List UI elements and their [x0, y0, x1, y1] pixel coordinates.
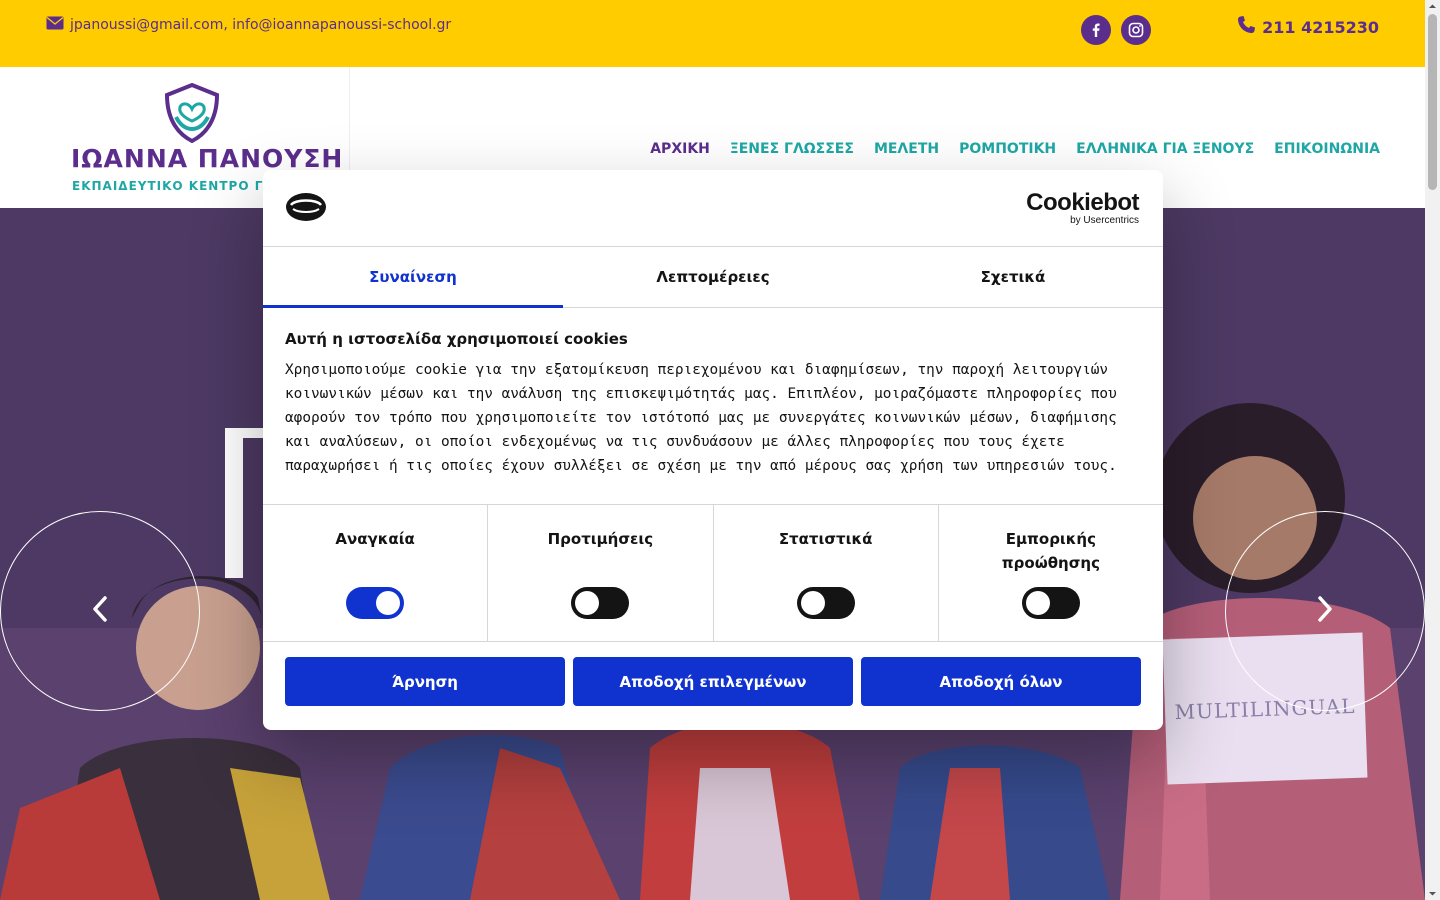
tab-details[interactable]: Λεπτομέρειες	[563, 247, 863, 307]
tab-about[interactable]: Σχετικά	[863, 247, 1163, 307]
page-scrollbar[interactable]	[1425, 0, 1440, 900]
nav-item-robotics[interactable]: ΡΟΜΠΟΤΙΚΗ	[959, 141, 1056, 157]
brand-name: Cookiebot	[1026, 189, 1139, 216]
nav-item-study[interactable]: ΜΕΛΕΤΗ	[874, 141, 939, 157]
carousel-next-button[interactable]	[1225, 511, 1425, 711]
dialog-actions: Άρνηση Αποδοχή επιλεγμένων Αποδοχή όλων	[263, 642, 1163, 721]
chevron-left-icon	[92, 595, 108, 627]
switch-knob	[575, 591, 600, 615]
toggle-preferences: Προτιμήσεις	[488, 505, 714, 641]
main-nav: ΑΡΧΙΚΗ ΞΕΝΕΣ ΓΛΩΣΣΕΣ ΜΕΛΕΤΗ ΡΟΜΠΟΤΙΚΗ ΕΛ…	[650, 141, 1380, 157]
carousel-prev-button[interactable]	[0, 511, 200, 711]
dialog-description: Χρησιμοποιούμε cookie για την εξατομίκευ…	[285, 362, 1117, 474]
logo-name: ΙΩΑΝΝΑ ΠΑΝΟΥΣΗ	[71, 144, 344, 173]
scroll-up-icon[interactable]	[1428, 2, 1437, 11]
marketing-switch[interactable]	[1021, 587, 1080, 619]
dialog-header: Cookiebot by Usercentrics	[263, 170, 1163, 247]
phone-icon	[1236, 15, 1256, 39]
cookiebot-brand[interactable]: Cookiebot by Usercentrics	[1026, 190, 1139, 226]
consent-toggles: Αναγκαία Προτιμήσεις Στατιστικά Εμπορική…	[263, 505, 1163, 642]
nav-item-foreign-languages[interactable]: ΞΕΝΕΣ ΓΛΩΣΣΕΣ	[730, 141, 854, 157]
nav-item-home[interactable]: ΑΡΧΙΚΗ	[650, 141, 710, 157]
necessary-switch[interactable]	[346, 587, 405, 619]
scrollbar-thumb[interactable]	[1428, 14, 1437, 190]
cookie-consent-dialog: Cookiebot by Usercentrics Συναίνεση Λεπτ…	[263, 170, 1163, 730]
envelope-icon	[46, 16, 64, 34]
dialog-body: Αυτή η ιστοσελίδα χρησιμοποιεί cookies Χ…	[263, 308, 1163, 505]
toggle-label: Προτιμήσεις	[547, 530, 654, 548]
toggle-statistics: Στατιστικά	[714, 505, 939, 641]
toggle-label: Αναγκαία	[335, 530, 415, 548]
statistics-switch[interactable]	[796, 587, 855, 619]
switch-knob	[376, 591, 401, 615]
phone-link[interactable]: 211 4215230	[1236, 15, 1379, 39]
switch-knob	[1025, 591, 1050, 615]
dialog-tabs: Συναίνεση Λεπτομέρειες Σχετικά	[263, 247, 1163, 308]
deny-button[interactable]: Άρνηση	[285, 657, 565, 706]
toggle-label: Εμπορικής προώθησης	[1001, 530, 1100, 572]
dialog-title: Αυτή η ιστοσελίδα χρησιμοποιεί cookies	[285, 330, 628, 348]
cookiebot-logo-icon	[285, 192, 327, 227]
scroll-down-icon[interactable]	[1428, 889, 1437, 898]
nav-item-contact[interactable]: ΕΠΙΚΟΙΝΩΝΙΑ	[1274, 141, 1380, 157]
accept-all-button[interactable]: Αποδοχή όλων	[861, 657, 1141, 706]
toggle-label: Στατιστικά	[778, 530, 873, 548]
tab-consent[interactable]: Συναίνεση	[263, 247, 563, 308]
emails-text[interactable]: jpanoussi@gmail.com, info@ioannapanoussi…	[70, 17, 451, 33]
instagram-icon[interactable]	[1121, 15, 1151, 45]
nav-item-greek-for-foreigners[interactable]: ΕΛΛΗΝΙΚΑ ΓΙΑ ΞΕΝΟΥΣ	[1076, 141, 1254, 157]
social-links	[1081, 15, 1151, 45]
shield-heart-icon	[163, 82, 221, 148]
brand-subtitle: by Usercentrics	[1070, 215, 1139, 226]
switch-knob	[800, 591, 825, 615]
toggle-necessary: Αναγκαία	[263, 505, 489, 641]
chevron-right-icon	[1317, 595, 1333, 627]
facebook-icon[interactable]	[1081, 15, 1111, 45]
top-bar: jpanoussi@gmail.com, info@ioannapanoussi…	[0, 0, 1425, 67]
phone-number[interactable]: 211 4215230	[1262, 18, 1379, 37]
accept-selected-button[interactable]: Αποδοχή επιλεγμένων	[573, 657, 853, 706]
preferences-switch[interactable]	[571, 587, 630, 619]
contact-emails[interactable]: jpanoussi@gmail.com, info@ioannapanoussi…	[46, 16, 451, 34]
toggle-marketing: Εμπορικής προώθησης	[939, 505, 1163, 641]
